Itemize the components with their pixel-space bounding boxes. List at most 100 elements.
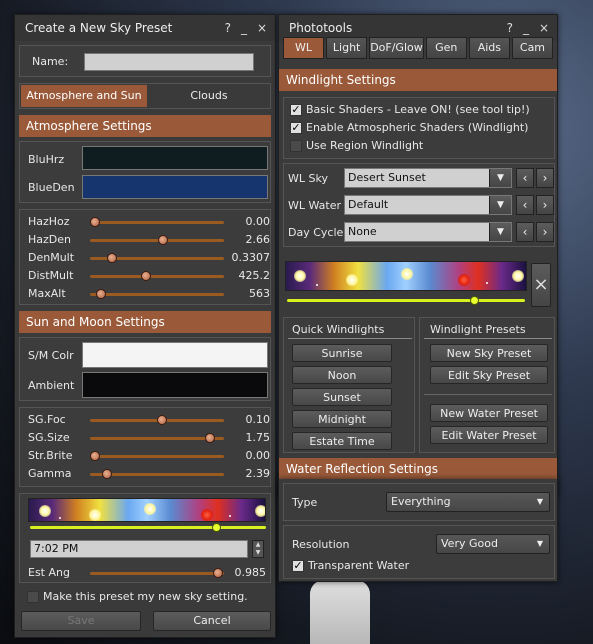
slider-label: DenMult <box>28 251 75 264</box>
tab-light[interactable]: Light <box>326 37 368 59</box>
est-ang-track[interactable] <box>90 572 224 575</box>
ambient-swatch[interactable] <box>82 372 268 398</box>
slider-thumb[interactable] <box>205 433 216 443</box>
windlight-settings-header: Windlight Settings <box>279 69 557 91</box>
quick-sunset-button[interactable]: Sunset <box>292 388 392 406</box>
chevron-left-icon[interactable]: ‹ <box>516 195 534 215</box>
time-slider-track[interactable] <box>30 526 266 529</box>
resolution-label: Resolution <box>292 538 350 551</box>
tab-cam[interactable]: Cam <box>511 37 554 59</box>
chevron-right-icon[interactable]: › <box>536 222 554 242</box>
window-title: Phototools <box>289 21 353 35</box>
slider-thumb[interactable] <box>156 415 167 425</box>
est-ang-label: Est Ang <box>28 566 70 579</box>
combo-box[interactable]: None ▼ <box>344 222 512 242</box>
shader-checkbox[interactable]: ✓ <box>290 122 302 134</box>
tab-wl[interactable]: WL <box>283 37 325 59</box>
slider-thumb[interactable] <box>96 289 107 299</box>
minimize-icon[interactable]: _ <box>241 21 247 35</box>
blueden-swatch[interactable] <box>82 175 268 199</box>
shader-checks: ✓ Basic Shaders - Leave ON! (see tool tip… <box>283 97 555 159</box>
window-title: Create a New Sky Preset <box>25 21 173 35</box>
tab-label: WL <box>295 41 313 54</box>
quick-sunrise-button[interactable]: Sunrise <box>292 344 392 362</box>
slider-track[interactable] <box>90 455 224 458</box>
bluhrz-swatch[interactable] <box>82 146 268 170</box>
tab-atmosphere-sun[interactable]: Atmosphere and Sun <box>21 85 147 107</box>
minimize-icon[interactable]: _ <box>523 21 529 35</box>
chevron-down-icon[interactable]: ▼ <box>489 196 511 214</box>
atmosphere-sliders: HazHoz 0.00 HazDen 2.66 DenMult 0.3307 DistMul… <box>19 209 271 305</box>
resolution-dropdown[interactable]: Very Good ▼ <box>436 534 550 554</box>
window-titlebar[interactable]: Create a New Sky Preset ? _ × <box>15 15 275 41</box>
combo-box[interactable]: Default ▼ <box>344 195 512 215</box>
wl-close-icon[interactable]: × <box>531 263 551 307</box>
slider-thumb[interactable] <box>158 235 169 245</box>
chevron-down-icon[interactable]: ▼ <box>489 223 511 241</box>
atmosphere-colors: BluHrz BlueDen <box>19 141 271 203</box>
slider-track[interactable] <box>90 275 224 278</box>
button-label: Edit Water Preset <box>441 429 537 442</box>
make-default-checkbox[interactable] <box>27 591 39 603</box>
name-label: Name: <box>32 55 69 68</box>
time-input[interactable]: 7:02 PM <box>30 540 248 558</box>
save-label: Save <box>67 614 95 627</box>
sm-colr-swatch[interactable] <box>82 342 268 368</box>
slider-thumb[interactable] <box>102 469 113 479</box>
slider-thumb[interactable] <box>140 271 151 281</box>
slider-thumb[interactable] <box>90 217 100 227</box>
transparent-water-checkbox[interactable]: ✓ <box>292 560 304 572</box>
combo-box[interactable]: Desert Sunset ▼ <box>344 168 512 188</box>
time-spinner[interactable]: ▲ ▼ <box>252 540 264 558</box>
time-slider-thumb[interactable] <box>211 523 221 532</box>
tab-aids[interactable]: Aids <box>468 37 510 59</box>
sun-colors: S/M Colr Ambient <box>19 337 271 401</box>
wl-time-track[interactable] <box>287 299 525 302</box>
quick-estate-time-button[interactable]: Estate Time <box>292 432 392 450</box>
time-section: 7:02 PM ▲ ▼ Est Ang 0.985 <box>19 493 271 583</box>
name-input[interactable] <box>84 53 254 71</box>
chevron-right-icon[interactable]: › <box>536 168 554 188</box>
save-button[interactable]: Save <box>21 611 141 631</box>
close-icon[interactable]: × <box>257 21 267 35</box>
cancel-button[interactable]: Cancel <box>153 611 271 631</box>
blueden-label: BlueDen <box>28 181 75 194</box>
help-icon[interactable]: ? <box>507 21 513 35</box>
new-water-preset-button[interactable]: New Water Preset <box>430 404 548 422</box>
quick-midnight-button[interactable]: Midnight <box>292 410 392 428</box>
quick-noon-button[interactable]: Noon <box>292 366 392 384</box>
slider-label: Gamma <box>28 467 72 480</box>
close-icon[interactable]: × <box>539 21 549 35</box>
chevron-left-icon[interactable]: ‹ <box>516 168 534 188</box>
slider-track[interactable] <box>90 221 224 224</box>
shader-checkbox[interactable]: ✓ <box>290 104 302 116</box>
slider-label: SG.Size <box>28 431 70 444</box>
combo-label: WL Sky <box>288 172 328 185</box>
new-sky-preset-button[interactable]: New Sky Preset <box>430 344 548 362</box>
tab-gen[interactable]: Gen <box>425 37 467 59</box>
chevron-left-icon[interactable]: ‹ <box>516 222 534 242</box>
edit-water-preset-button[interactable]: Edit Water Preset <box>430 426 548 444</box>
est-ang-thumb[interactable] <box>212 568 223 578</box>
slider-track[interactable] <box>90 239 224 242</box>
button-label: Sunrise <box>321 347 363 360</box>
slider-thumb[interactable] <box>90 451 100 461</box>
shader-checkbox[interactable] <box>290 140 302 152</box>
chevron-right-icon[interactable]: › <box>536 195 554 215</box>
slider-thumb[interactable] <box>107 253 118 263</box>
tab-clouds[interactable]: Clouds <box>147 85 271 107</box>
edit-sky-preset-button[interactable]: Edit Sky Preset <box>430 366 548 384</box>
tab-dofglow[interactable]: DoF/Glow <box>369 37 424 59</box>
combo-label: WL Water <box>288 199 342 212</box>
wl-time-thumb[interactable] <box>470 296 480 305</box>
tab-label: Aids <box>477 41 502 54</box>
ambient-label: Ambient <box>28 379 75 392</box>
name-section: Name: <box>19 45 271 77</box>
resolution-section: Resolution Very Good ▼ ✓ Transparent Wate… <box>283 525 555 579</box>
chevron-down-icon[interactable]: ▼ <box>489 169 511 187</box>
type-value: Everything <box>391 495 451 508</box>
slider-track[interactable] <box>90 437 224 440</box>
type-dropdown[interactable]: Everything ▼ <box>386 492 550 512</box>
slider-track[interactable] <box>90 293 224 296</box>
help-icon[interactable]: ? <box>225 21 231 35</box>
